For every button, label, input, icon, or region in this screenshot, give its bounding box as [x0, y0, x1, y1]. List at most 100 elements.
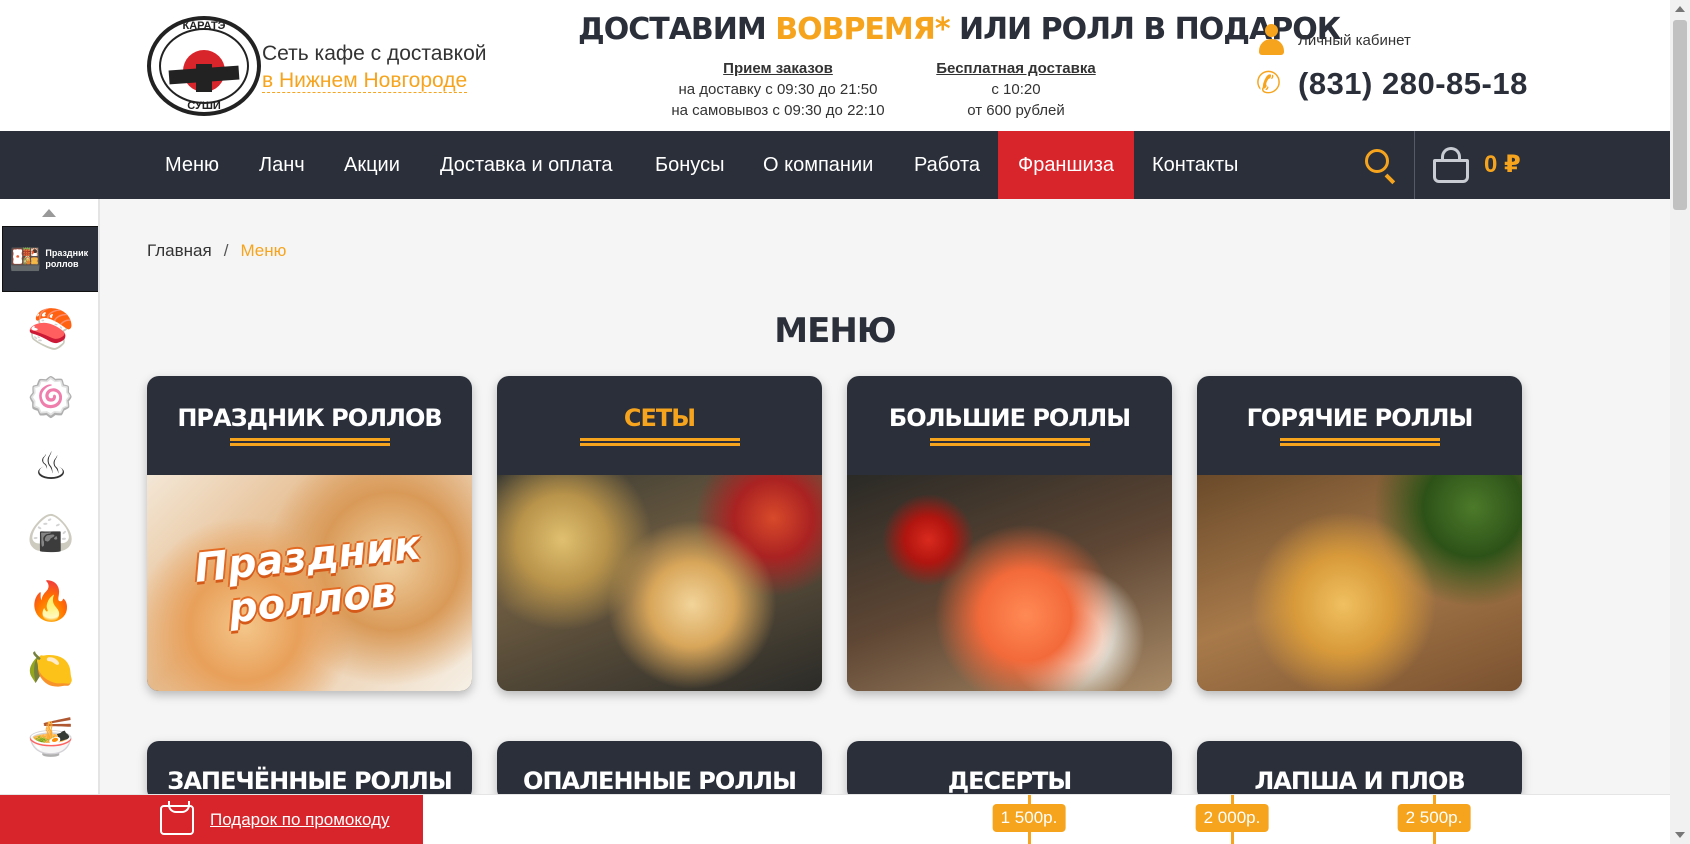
gift-promo-button[interactable]: Подарок по промокоду: [0, 795, 423, 844]
account-link[interactable]: Личный кабинет: [1258, 24, 1411, 56]
nav-divider: [1414, 131, 1415, 199]
nav-item-jobs[interactable]: Работа: [896, 131, 998, 199]
sidebar-item-lemon-rolls[interactable]: 🍋: [16, 639, 86, 701]
category-sidebar: 🍱 Праздник роллов 🍣 🍥 ♨ 🍙 🔥 🍋 🍜: [0, 199, 100, 794]
site-logo[interactable]: КАРАТЭ СУШИ: [147, 16, 261, 116]
page-scrollbar[interactable]: [1670, 0, 1690, 844]
promo-part1: ДОСТАВИМ: [578, 12, 776, 47]
category-card-roll-festival[interactable]: ПРАЗДНИК РОЛЛОВ Праздник роллов: [147, 376, 472, 691]
scroll-up-icon[interactable]: [1675, 6, 1685, 12]
account-label: Личный кабинет: [1298, 31, 1411, 49]
category-card-seared-rolls[interactable]: ОПАЛЕННЫЕ РОЛЛЫ: [497, 741, 822, 801]
gift-label: Подарок по промокоду: [210, 810, 390, 829]
orders-info: Прием заказов на доставку с 09:30 до 21:…: [660, 58, 896, 121]
main-content: Главная / Меню МЕНЮ ПРАЗДНИК РОЛЛОВ Праздн…: [100, 199, 1670, 801]
card-header: СЕТЫ: [497, 376, 822, 475]
card-title: ГОРЯЧИЕ РОЛЛЫ: [1246, 404, 1474, 432]
gift-icon: [160, 801, 194, 835]
card-underline: [579, 438, 740, 446]
card-underline: [1279, 438, 1440, 446]
nav-item-franchise[interactable]: Франшиза: [998, 131, 1134, 199]
card-header: ОПАЛЕННЫЕ РОЛЛЫ: [497, 741, 822, 801]
sidebar-item-baked-rolls[interactable]: 🍙: [16, 503, 86, 565]
category-card-sets[interactable]: СЕТЫ: [497, 376, 822, 691]
nav-item-contacts[interactable]: Контакты: [1134, 131, 1256, 199]
gift-progress-bar: Подарок по промокоду 1 500р. 2 000р. 2 5…: [0, 794, 1670, 844]
phone-number: (831) 280-85-18: [1298, 66, 1528, 101]
category-card-big-rolls[interactable]: БОЛЬШИЕ РОЛЛЫ: [847, 376, 1172, 691]
rolls-icon: 🍣: [27, 309, 75, 351]
logo-knot: [196, 64, 212, 92]
card-image: [497, 475, 822, 691]
cart-total[interactable]: 0 ₽: [1484, 131, 1521, 199]
card-title: БОЛЬШИЕ РОЛЛЫ: [888, 404, 1131, 432]
phone-link[interactable]: ✆ (831) 280-85-18: [1256, 66, 1528, 102]
threshold-label: 2 000р.: [1195, 804, 1269, 832]
card-header: ГОРЯЧИЕ РОЛЛЫ: [1197, 376, 1522, 475]
delivery-info: Бесплатная доставка с 10:20 от 600 рубле…: [924, 58, 1108, 121]
threshold-label: 2 500р.: [1397, 804, 1471, 832]
nav-item-menu[interactable]: Меню: [147, 131, 237, 199]
site-header: КАРАТЭ СУШИ Сеть кафе с доставкой в Нижн…: [0, 0, 1670, 131]
card-title: ЛАПША И ПЛОВ: [1254, 767, 1465, 795]
category-card-noodles[interactable]: ЛАПША И ПЛОВ: [1197, 741, 1522, 801]
category-card-desserts[interactable]: ДЕСЕРТЫ: [847, 741, 1172, 801]
category-card-baked-rolls[interactable]: ЗАПЕЧЁННЫЕ РОЛЛЫ: [147, 741, 472, 801]
card-title: ПРАЗДНИК РОЛЛОВ: [177, 404, 442, 432]
breadcrumb-home[interactable]: Главная: [147, 241, 212, 260]
sidebar-item-sets[interactable]: 🍥: [16, 367, 86, 429]
phone-icon: ✆: [1256, 67, 1282, 100]
sidebar-item-rolls[interactable]: 🍣: [16, 299, 86, 361]
page-title: МЕНЮ: [774, 311, 896, 351]
sidebar-active-label: Праздник роллов: [45, 248, 89, 269]
card-title: ДЕСЕРТЫ: [947, 767, 1073, 795]
baked-rolls-icon: 🍙: [27, 513, 75, 555]
scrollbar-thumb[interactable]: [1673, 20, 1687, 210]
promo-highlight: ВОВРЕМЯ*: [775, 12, 950, 47]
card-image: [1197, 475, 1522, 691]
delivery-minimum: от 600 рублей: [967, 102, 1065, 119]
sets-icon: 🍥: [27, 377, 75, 419]
search-icon[interactable]: [1362, 146, 1398, 185]
breadcrumb-current: Меню: [240, 241, 287, 260]
card-header: БОЛЬШИЕ РОЛЛЫ: [847, 376, 1172, 475]
fire-rolls-icon: 🔥: [27, 581, 75, 623]
logo-text-top: КАРАТЭ: [182, 20, 226, 32]
logo-text-bottom: СУШИ: [187, 100, 221, 112]
cart-icon[interactable]: [1432, 145, 1472, 185]
scroll-up-arrow-icon[interactable]: [42, 209, 56, 217]
threshold-label: 1 500р.: [992, 804, 1066, 832]
noodles-icon: 🍜: [27, 717, 75, 759]
category-card-hot-rolls[interactable]: ГОРЯЧИЕ РОЛЛЫ: [1197, 376, 1522, 691]
card-underline: [229, 438, 390, 446]
nav-item-promotions[interactable]: Акции: [326, 131, 418, 199]
card-title: СЕТЫ: [623, 404, 696, 432]
lemon-rolls-icon: 🍋: [27, 649, 75, 691]
tagline-text: Сеть кафе с доставкой: [262, 42, 487, 65]
card-title: ЗАПЕЧЁННЫЕ РОЛЛЫ: [167, 767, 452, 795]
card-underline: [929, 438, 1090, 446]
tagline: Сеть кафе с доставкой в Нижнем Новгороде: [262, 40, 486, 94]
nav-item-lunch[interactable]: Ланч: [241, 131, 323, 199]
city-selector[interactable]: в Нижнем Новгороде: [262, 69, 468, 93]
promo-banner: ДОСТАВИМ ВОВРЕМЯ* ИЛИ РОЛЛ В ПОДАРОК: [578, 12, 1341, 47]
nav-item-bonuses[interactable]: Бонусы: [637, 131, 742, 199]
nav-item-about[interactable]: О компании: [745, 131, 891, 199]
delivery-time: с 10:20: [991, 81, 1041, 98]
orders-pickup-hours: на самовывоз с 09:30 до 22:10: [671, 102, 885, 119]
scroll-down-icon[interactable]: [1675, 832, 1685, 838]
card-header: ПРАЗДНИК РОЛЛОВ: [147, 376, 472, 475]
card-image: Праздник роллов: [147, 475, 472, 691]
card-header: ЗАПЕЧЁННЫЕ РОЛЛЫ: [147, 741, 472, 801]
nav-item-delivery[interactable]: Доставка и оплата: [422, 131, 631, 199]
delivery-title: Бесплатная доставка: [936, 60, 1096, 77]
card-header: ЛАПША И ПЛОВ: [1197, 741, 1522, 801]
main-nav: Меню Ланч Акции Доставка и оплата Бонусы…: [0, 131, 1670, 199]
user-icon: [1258, 24, 1284, 56]
sidebar-item-hot-rolls[interactable]: ♨: [16, 435, 86, 497]
orders-delivery-hours: на доставку с 09:30 до 21:50: [678, 81, 878, 98]
sidebar-item-roll-festival[interactable]: 🍱 Праздник роллов: [2, 226, 98, 292]
sidebar-item-fire-rolls[interactable]: 🔥: [16, 571, 86, 633]
sidebar-item-noodles[interactable]: 🍜: [16, 707, 86, 769]
breadcrumb-separator: /: [223, 241, 229, 260]
